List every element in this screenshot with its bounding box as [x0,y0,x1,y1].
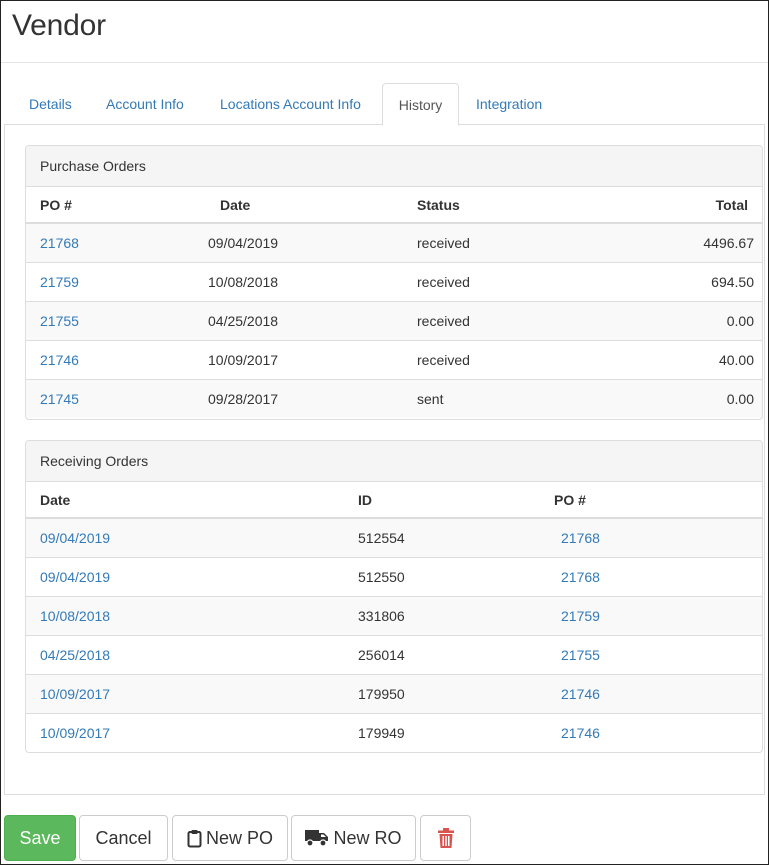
po-date: 09/04/2019 [194,223,404,262]
receiving-orders-table: Date ID PO # 09/04/2019 512554 21768 09/… [26,482,762,752]
po-date: 10/09/2017 [194,339,404,379]
column-header-status: Status [404,187,604,224]
table-row: 10/09/2017 179950 21746 [26,673,762,713]
cancel-button[interactable]: Cancel [79,815,168,861]
po-status: received [404,223,604,262]
ro-po-link[interactable]: 21768 [561,569,600,585]
po-status: received [404,300,604,340]
column-header-id: ID [344,482,540,519]
trash-icon [437,828,454,848]
po-total: 694.50 [604,261,762,301]
page-header: Vendor [1,1,768,63]
po-status: received [404,261,604,301]
table-row: 10/09/2017 179949 21746 [26,712,762,752]
po-date: 10/08/2018 [194,261,404,301]
ro-date-link[interactable]: 10/09/2017 [40,686,110,702]
po-link[interactable]: 21759 [40,274,79,290]
save-button[interactable]: Save [4,815,76,861]
po-link[interactable]: 21768 [40,235,79,251]
po-status: received [404,339,604,379]
ro-po-link[interactable]: 21759 [561,608,600,624]
column-header-total: Total [604,187,762,224]
delete-button[interactable] [420,815,471,861]
clipboard-icon [187,829,202,848]
ro-id: 179950 [344,673,540,713]
truck-icon [305,829,329,847]
purchase-orders-table: PO # Date Status Total 21768 09/04/2019 … [26,187,762,418]
ro-id: 179949 [344,712,540,752]
table-row: 10/08/2018 331806 21759 [26,595,762,635]
po-total: 40.00 [604,339,762,379]
purchase-orders-panel: Purchase Orders PO # Date Status Total 2… [25,145,763,420]
table-row: 21759 10/08/2018 received 694.50 [26,261,762,301]
receiving-orders-heading: Receiving Orders [26,441,762,482]
ro-po-link[interactable]: 21746 [561,725,600,741]
receiving-orders-panel: Receiving Orders Date ID PO # 09/04/2019… [25,440,763,753]
new-ro-button[interactable]: New RO [291,815,416,861]
column-header-date: Date [194,187,404,224]
table-row: 09/04/2019 512550 21768 [26,556,762,596]
tab-bar: Details Account Info Locations Account I… [4,83,765,126]
tab-history[interactable]: History [382,83,459,126]
ro-date-link[interactable]: 04/25/2018 [40,647,110,663]
new-po-button[interactable]: New PO [172,815,288,861]
ro-id: 331806 [344,595,540,635]
table-row: 21755 04/25/2018 received 0.00 [26,300,762,340]
po-date: 04/25/2018 [194,300,404,340]
po-total: 4496.67 [604,223,762,262]
ro-date-link[interactable]: 10/09/2017 [40,725,110,741]
table-row: 09/04/2019 512554 21768 [26,518,762,557]
tab-details[interactable]: Details [15,83,86,125]
page-title: Vendor [12,9,106,42]
po-link[interactable]: 21745 [40,391,79,407]
tab-integration[interactable]: Integration [462,83,556,125]
ro-id: 512554 [344,518,540,557]
po-total: 0.00 [604,378,762,418]
column-header-po: PO # [26,187,194,224]
po-link[interactable]: 21755 [40,313,79,329]
ro-id: 512550 [344,556,540,596]
ro-po-link[interactable]: 21768 [561,530,600,546]
table-row: 21768 09/04/2019 received 4496.67 [26,223,762,262]
column-header-po: PO # [540,482,762,519]
ro-date-link[interactable]: 09/04/2019 [40,530,110,546]
tab-account-info[interactable]: Account Info [92,83,198,125]
new-po-label: New PO [205,827,274,848]
table-row: 21746 10/09/2017 received 40.00 [26,339,762,379]
table-row: 04/25/2018 256014 21755 [26,634,762,674]
new-ro-label: New RO [333,827,402,848]
table-row: 21745 09/28/2017 sent 0.00 [26,378,762,418]
ro-po-link[interactable]: 21755 [561,647,600,663]
ro-date-link[interactable]: 10/08/2018 [40,608,110,624]
po-status: sent [404,378,604,418]
ro-date-link[interactable]: 09/04/2019 [40,569,110,585]
po-date: 09/28/2017 [194,378,404,418]
tab-locations-account-info[interactable]: Locations Account Info [206,83,375,125]
po-total: 0.00 [604,300,762,340]
ro-id: 256014 [344,634,540,674]
po-link[interactable]: 21746 [40,352,79,368]
purchase-orders-heading: Purchase Orders [26,146,762,187]
ro-po-link[interactable]: 21746 [561,686,600,702]
column-header-date: Date [26,482,344,519]
